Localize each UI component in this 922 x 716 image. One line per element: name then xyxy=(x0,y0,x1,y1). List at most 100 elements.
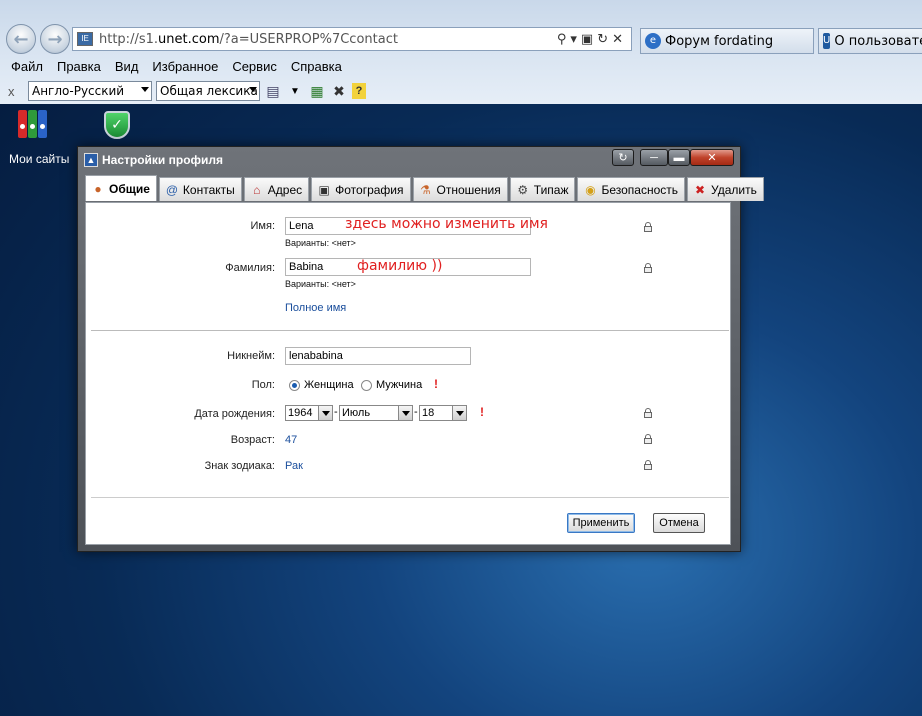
first-name-label: Имя: xyxy=(250,220,275,232)
relations-icon: ⚗ xyxy=(420,182,431,197)
privacy-lock-icon[interactable] xyxy=(644,263,652,273)
compatibility-icon[interactable]: ▣ xyxy=(581,31,597,46)
tab-label: Типаж xyxy=(533,182,569,197)
gender-male-radio[interactable] xyxy=(361,380,372,391)
privacy-lock-icon[interactable] xyxy=(644,408,652,418)
address-url[interactable]: http://s1.unet.com/?a=USERPROP%7Ccontact xyxy=(99,32,398,47)
browser-tab-label: Форум fordating xyxy=(665,33,774,49)
maximize-icon[interactable]: ▬ xyxy=(668,149,690,166)
close-toolbar-icon[interactable]: x xyxy=(8,84,24,99)
gender-female-radio[interactable] xyxy=(289,380,300,391)
birth-year-select[interactable]: 1964 xyxy=(285,405,333,421)
nickname-field[interactable]: lenababina xyxy=(285,347,471,365)
language-select-value: Англо-Русский xyxy=(32,84,125,98)
gender-male-label[interactable]: Мужчина xyxy=(376,379,422,391)
back-arrow-icon: ← xyxy=(13,28,29,50)
cancel-button[interactable]: Отмена xyxy=(653,513,705,533)
tab-label: Удалить xyxy=(711,182,757,197)
tab-contacts[interactable]: @ Контакты xyxy=(158,177,242,201)
privacy-lock-icon[interactable] xyxy=(644,460,652,470)
address-bar[interactable]: IE http://s1.unet.com/?a=USERPROP%7Ccont… xyxy=(72,27,632,51)
menu-bar: Файл Правка Вид Избранное Сервис Справка xyxy=(0,56,922,78)
privacy-lock-icon[interactable] xyxy=(644,222,652,232)
footer-divider xyxy=(91,497,729,498)
minimize-icon[interactable]: ─ xyxy=(640,149,668,166)
tab-label: Общие xyxy=(109,181,150,196)
refresh-icon[interactable]: ↻ xyxy=(612,149,634,166)
last-name-variants: Варианты: <нет> xyxy=(285,279,356,289)
profile-settings-dialog: ▲ Настройки профиля ↻ ─ ▬ ✕ ● Общие @ Конт… xyxy=(77,146,764,552)
browser-tab-label: О пользовател xyxy=(834,33,922,49)
gender-label: Пол: xyxy=(251,379,275,391)
security-shield-icon[interactable]: ✓ xyxy=(104,111,130,139)
dictionary-icon[interactable]: ▦ xyxy=(308,82,326,100)
last-name-annotation: фамилию )) xyxy=(357,258,443,274)
first-name-variants: Варианты: <нет> xyxy=(285,238,356,248)
tab-type[interactable]: ⚙ Типаж xyxy=(509,177,576,201)
close-icon[interactable]: ✕ xyxy=(690,149,734,166)
stop-icon[interactable]: ✕ xyxy=(612,31,627,46)
url-suffix: /?a=USERPROP%7Ccontact xyxy=(219,31,398,47)
topic-select[interactable]: Общая лексика xyxy=(156,81,260,101)
ie-icon: e xyxy=(645,33,661,49)
apply-button[interactable]: Применить xyxy=(567,513,635,533)
browser-tab-forum[interactable]: e Форум fordating xyxy=(640,28,814,54)
chevron-down-icon xyxy=(452,406,466,420)
tab-delete[interactable]: ✖ Удалить xyxy=(687,177,764,201)
dialog-app-icon: ▲ xyxy=(84,153,98,167)
birth-month-value: Июль xyxy=(342,407,371,419)
tab-address[interactable]: ⌂ Адрес xyxy=(243,177,310,201)
u-icon: U xyxy=(823,33,831,49)
help-icon[interactable]: ? xyxy=(352,83,366,99)
my-sites-label[interactable]: Мои сайты xyxy=(9,152,69,166)
lock-icon: ◉ xyxy=(585,182,596,197)
delete-user-icon: ✖ xyxy=(695,182,706,197)
general-tab-panel: Имя: Lena здесь можно изменить имя Вариа… xyxy=(85,202,731,545)
back-button[interactable]: ← xyxy=(6,24,36,54)
dialog-title: Настройки профиля xyxy=(102,153,224,167)
camera-icon: ▣ xyxy=(318,182,330,197)
menu-favorites[interactable]: Избранное xyxy=(145,56,225,78)
required-mark: ! xyxy=(434,377,438,391)
zodiac-value: Рак xyxy=(285,460,303,472)
tab-general[interactable]: ● Общие xyxy=(85,175,157,201)
user-icon: ● xyxy=(94,181,102,196)
chevron-down-icon xyxy=(249,87,257,92)
language-select[interactable]: Англо-Русский xyxy=(28,81,152,101)
full-name-link[interactable]: Полное имя xyxy=(285,302,346,314)
search-icon[interactable]: ⚲ xyxy=(557,31,571,46)
navigation-bar: ← → IE http://s1.unet.com/?a=USERPROP%7C… xyxy=(0,22,922,56)
my-sites-icon[interactable] xyxy=(18,110,47,138)
settings-tools-icon[interactable]: ✖ xyxy=(330,82,348,100)
privacy-lock-icon[interactable] xyxy=(644,434,652,444)
tab-label: Отношения xyxy=(436,182,501,197)
birth-month-select[interactable]: Июль xyxy=(339,405,413,421)
tab-relations[interactable]: ⚗ Отношения xyxy=(412,177,508,201)
dialog-title-bar: ▲ Настройки профиля xyxy=(84,153,223,167)
refresh-icon[interactable]: ↻ xyxy=(597,31,612,46)
browser-tab-user[interactable]: U О пользовател xyxy=(818,28,922,54)
dropdown-icon[interactable]: ▾ xyxy=(570,31,581,46)
chevron-down-icon xyxy=(398,406,412,420)
first-name-annotation: здесь можно изменить имя xyxy=(345,216,548,232)
birth-day-value: 18 xyxy=(422,407,435,419)
menu-tools[interactable]: Сервис xyxy=(225,56,284,78)
zodiac-label: Знак зодиака: xyxy=(204,460,275,472)
translate-page-icon[interactable]: ▤ xyxy=(264,82,282,100)
birth-year-value: 1964 xyxy=(288,407,313,419)
birth-day-select[interactable]: 18 xyxy=(419,405,467,421)
tab-photo[interactable]: ▣ Фотография xyxy=(311,177,411,201)
dropdown-icon[interactable]: ▼ xyxy=(286,82,304,100)
section-divider xyxy=(91,330,729,331)
menu-view[interactable]: Вид xyxy=(108,56,146,78)
menu-help[interactable]: Справка xyxy=(284,56,349,78)
menu-edit[interactable]: Правка xyxy=(50,56,108,78)
forward-button[interactable]: → xyxy=(40,24,70,54)
tab-security[interactable]: ◉ Безопасность xyxy=(577,177,686,201)
house-icon: ⌂ xyxy=(253,182,261,197)
last-name-label: Фамилия: xyxy=(225,262,275,274)
birthdate-label: Дата рождения: xyxy=(194,408,275,420)
gender-female-label[interactable]: Женщина xyxy=(304,379,354,391)
menu-file[interactable]: Файл xyxy=(4,56,50,78)
chevron-down-icon xyxy=(318,406,332,420)
